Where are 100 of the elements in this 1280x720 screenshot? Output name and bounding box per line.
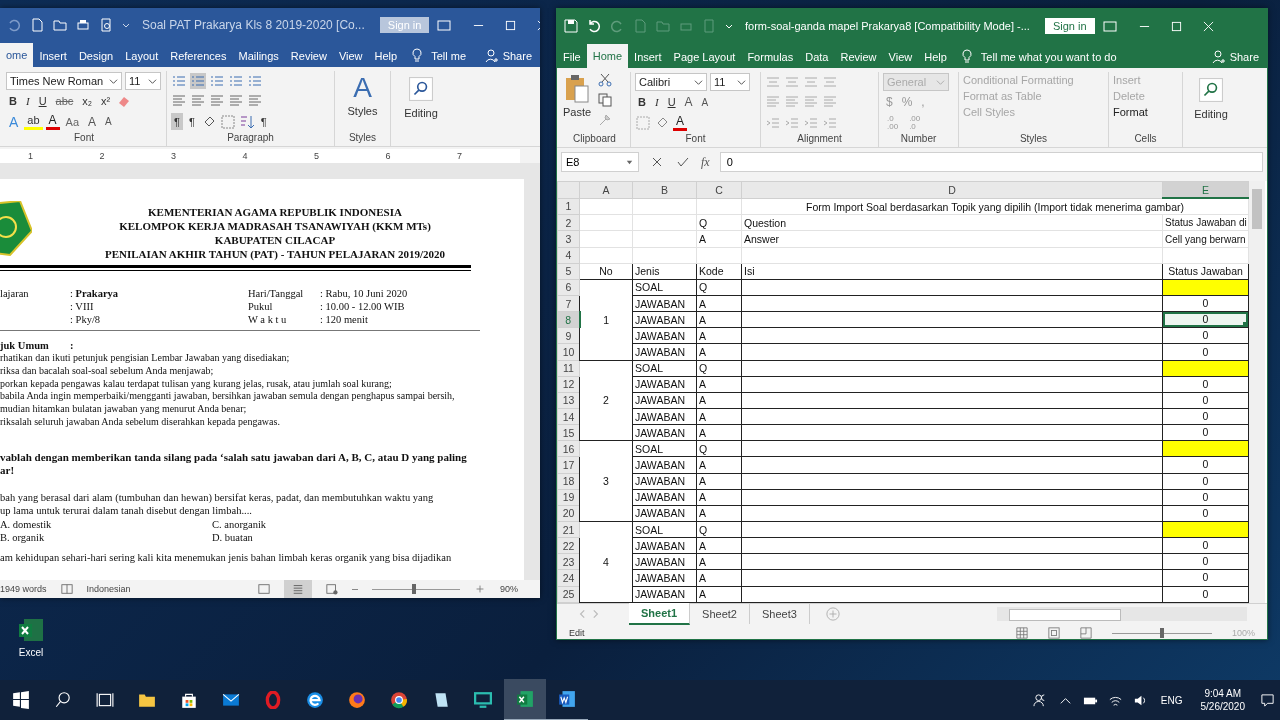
- font-effect-button[interactable]: Aa: [62, 113, 83, 131]
- undo-icon[interactable]: [6, 17, 22, 33]
- ribbon-tab[interactable]: Formulas: [741, 46, 800, 68]
- editing-button[interactable]: Editing: [404, 107, 438, 119]
- desktop-icon-label[interactable]: Excel: [18, 647, 44, 658]
- table-cell[interactable]: 0: [1163, 296, 1248, 311]
- list-icon[interactable]: [190, 73, 206, 90]
- caret-icon[interactable]: [737, 77, 746, 87]
- font-style-button[interactable]: B: [635, 94, 649, 111]
- ribbon-display-icon[interactable]: [1101, 18, 1118, 34]
- right-to-left-button[interactable]: ¶: [185, 113, 198, 131]
- table-cell[interactable]: [1163, 361, 1248, 376]
- zoom-in-icon[interactable]: [474, 583, 486, 595]
- tell-me-field[interactable]: Tell me: [425, 45, 473, 67]
- undo-icon[interactable]: [586, 18, 602, 34]
- font-style-button[interactable]: U: [35, 93, 50, 110]
- web-layout-icon[interactable]: [326, 583, 338, 595]
- paste-button[interactable]: Paste: [563, 106, 592, 118]
- clipboard-icon[interactable]: [564, 74, 591, 104]
- print-layout-icon[interactable]: [284, 580, 312, 598]
- left-to-right-button[interactable]: ¶: [171, 113, 183, 131]
- spreadsheet-file-icon[interactable]: [18, 618, 44, 644]
- table-cell[interactable]: 0: [1163, 587, 1248, 602]
- styles-glyph[interactable]: A: [353, 73, 372, 103]
- share-button[interactable]: Share: [476, 45, 540, 67]
- ribbon-tab[interactable]: View: [332, 45, 369, 67]
- share-button[interactable]: Share: [1203, 46, 1267, 68]
- ribbon-tab[interactable]: Design: [72, 45, 120, 67]
- name-box[interactable]: E8: [561, 152, 639, 172]
- table-cell[interactable]: 0: [1163, 344, 1248, 360]
- sheet-tab[interactable]: Sheet1: [629, 603, 691, 625]
- table-cell[interactable]: 0: [1163, 328, 1248, 343]
- table-cell[interactable]: 0: [1163, 457, 1248, 473]
- redo-icon[interactable]: [609, 18, 625, 34]
- table-cell[interactable]: 0: [1163, 393, 1248, 408]
- sheet-tab[interactable]: Sheet2: [690, 604, 750, 624]
- read-mode-icon[interactable]: [258, 583, 270, 595]
- ribbon-tab[interactable]: File: [557, 46, 587, 68]
- column-header[interactable]: E: [1162, 181, 1249, 199]
- maximize-icon[interactable]: [505, 19, 517, 31]
- column-header[interactable]: C: [696, 181, 742, 199]
- font-style-button[interactable]: U: [664, 94, 679, 111]
- tell-me-field[interactable]: Tell me what you want to do: [974, 46, 1123, 68]
- font-effect-button[interactable]: A: [45, 113, 60, 130]
- table-cell[interactable]: [1163, 522, 1248, 537]
- word-count[interactable]: 1949 words: [0, 584, 47, 594]
- font-name-dropdown[interactable]: Calibri: [635, 73, 707, 92]
- cells-button[interactable]: Format: [1113, 106, 1178, 118]
- table-cell[interactable]: 0: [1163, 554, 1248, 569]
- printer-icon[interactable]: [75, 17, 91, 33]
- ribbon-tab[interactable]: Page Layout: [667, 46, 742, 68]
- clock[interactable]: 9:04 AM 5/26/2020: [1200, 687, 1245, 713]
- sheet-tab[interactable]: Sheet3: [749, 604, 810, 624]
- font-size-dropdown[interactable]: 11: [710, 73, 750, 92]
- copy-icon[interactable]: [597, 92, 614, 108]
- table-cell[interactable]: 0: [1163, 409, 1248, 424]
- ribbon-tab[interactable]: Help: [918, 46, 953, 68]
- new-document-icon[interactable]: [29, 17, 45, 33]
- maximize-icon[interactable]: [1170, 20, 1182, 32]
- font-style-button[interactable]: I: [651, 94, 662, 111]
- ribbon-tab[interactable]: Help: [368, 45, 404, 67]
- search-icon[interactable]: [409, 77, 433, 101]
- font-name-dropdown[interactable]: Times New Roman: [6, 72, 122, 91]
- ribbon-tab[interactable]: References: [164, 45, 233, 67]
- normal-view-icon[interactable]: [1015, 627, 1028, 639]
- vertical-scrollbar[interactable]: [1249, 181, 1265, 603]
- ribbon-tab[interactable]: Review: [284, 45, 333, 67]
- formula-field[interactable]: 0: [719, 152, 1263, 172]
- caret-icon[interactable]: [148, 76, 157, 86]
- input-language[interactable]: ENG: [1160, 694, 1183, 706]
- ribbon-tab[interactable]: Insert: [33, 45, 73, 67]
- zoom-slider-thumb[interactable]: [1159, 627, 1164, 638]
- close-icon[interactable]: [1202, 20, 1214, 32]
- horizontal-scrollbar[interactable]: [997, 607, 1247, 621]
- font-size-dropdown[interactable]: 11: [125, 72, 161, 91]
- font-style-button[interactable]: B: [6, 93, 20, 110]
- column-header[interactable]: B: [632, 181, 697, 199]
- table-cell[interactable]: 0: [1163, 312, 1248, 327]
- search-icon[interactable]: [1199, 78, 1223, 102]
- table-cell[interactable]: 0: [1163, 425, 1248, 440]
- ribbon-tab[interactable]: Home: [586, 44, 629, 68]
- page-break-icon[interactable]: [1079, 627, 1092, 639]
- caret-icon[interactable]: [109, 76, 118, 86]
- page-layout-icon[interactable]: [1047, 627, 1060, 639]
- ribbon-tab[interactable]: Insert: [628, 46, 668, 68]
- table-cell[interactable]: 0: [1163, 506, 1248, 521]
- ribbon-tab[interactable]: Layout: [119, 45, 165, 67]
- ribbon-tab[interactable]: View: [882, 46, 919, 68]
- save-icon[interactable]: [563, 18, 579, 34]
- grow-font-button[interactable]: A: [681, 94, 696, 111]
- table-cell[interactable]: 0: [1163, 377, 1248, 392]
- language-indicator[interactable]: Indonesian: [86, 584, 131, 594]
- zoom-slider-thumb[interactable]: [412, 583, 417, 594]
- table-cell[interactable]: [1163, 441, 1248, 456]
- ribbon-tab[interactable]: Mailings: [232, 45, 285, 67]
- show-formatting-button[interactable]: ¶: [257, 113, 270, 131]
- font-color-button[interactable]: A: [673, 114, 687, 131]
- column-header[interactable]: D: [741, 181, 1163, 199]
- folder-icon[interactable]: [52, 17, 68, 33]
- ribbon-tab[interactable]: Data: [799, 46, 835, 68]
